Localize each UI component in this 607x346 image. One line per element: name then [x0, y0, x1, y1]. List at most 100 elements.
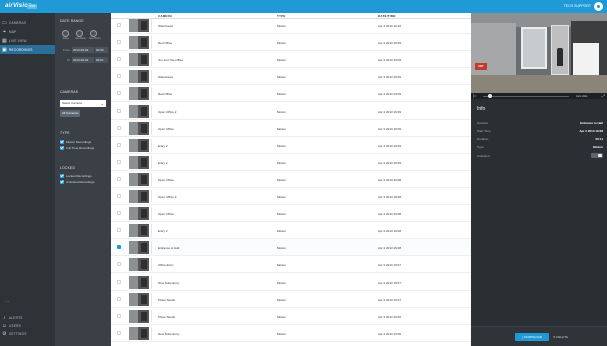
unlocked-recordings-checkbox[interactable]: Unlocked Recordings — [60, 179, 95, 184]
row-checkbox[interactable] — [117, 211, 121, 216]
seek-bar[interactable] — [483, 95, 569, 97]
video-frame-person — [557, 48, 563, 66]
video-player[interactable]: EXIT — [471, 13, 607, 93]
recording-thumbnail[interactable] — [129, 138, 149, 152]
recording-thumbnail[interactable] — [129, 36, 149, 50]
user-avatar-icon[interactable] — [594, 2, 603, 11]
from-time-field[interactable]: 00:00 — [95, 46, 108, 53]
to-date-field[interactable]: 2013-09-02 — [72, 56, 94, 63]
recording-thumbnail[interactable] — [129, 275, 149, 289]
recording-thumbnail[interactable] — [129, 172, 149, 186]
table-row[interactable]: Entry 2 Motion Apr 2 2013 19:09 — [111, 154, 471, 171]
row-checkbox[interactable] — [117, 91, 121, 96]
last-week-button[interactable]: Last Week — [75, 30, 86, 40]
recording-thumbnail[interactable] — [129, 155, 149, 169]
main-nav: ▭ CAMERAS ⌖ MAP ▦ LIVE VIEW ▣ RECORDINGS… — [0, 13, 55, 346]
column-header-camera[interactable]: CAMERA — [158, 14, 172, 18]
row-checkbox[interactable] — [117, 108, 121, 113]
play-icon[interactable]: ▷ — [473, 93, 476, 98]
row-checkbox[interactable] — [117, 176, 121, 181]
today-button[interactable]: Today — [61, 30, 70, 40]
column-header-date-time[interactable]: DATE/TIME — [378, 14, 396, 18]
row-checkbox[interactable] — [117, 23, 121, 27]
recording-thumbnail[interactable] — [129, 258, 149, 272]
auto-hide-toggle[interactable]: Auto Hide — [576, 95, 587, 98]
lock-toggle[interactable] — [591, 153, 603, 158]
row-checkbox[interactable] — [117, 159, 121, 164]
recording-thumbnail[interactable] — [129, 70, 149, 84]
table-row[interactable]: New Suite Entry Motion Apr 2 2013 19:07 — [111, 274, 471, 291]
nav-item-settings[interactable]: ⚙ SETTINGS — [0, 329, 55, 338]
recording-thumbnail[interactable] — [129, 224, 149, 238]
camera-select[interactable]: Select Camera ⌄ — [60, 100, 106, 107]
nav-item-map[interactable]: ⌖ MAP — [0, 27, 55, 36]
all-cameras-tag[interactable]: All Cameras — [60, 110, 81, 117]
last-month-button[interactable]: Last Month — [89, 30, 100, 40]
row-checkbox[interactable] — [117, 228, 121, 233]
row-checkbox[interactable] — [117, 296, 121, 301]
nav-item-live-view[interactable]: ▦ LIVE VIEW — [0, 36, 55, 45]
table-row[interactable]: Red Office Motion Apr 2 2013 19:09 — [111, 34, 471, 52]
table-row[interactable]: Warehouse Motion Apr 2 2013 19:09 — [111, 68, 471, 86]
cell-type: Motion — [277, 160, 287, 165]
recording-thumbnail[interactable] — [129, 241, 149, 255]
table-row[interactable]: Entry 2 Motion Apr 2 2013 19:08 — [111, 222, 471, 240]
recording-thumbnail[interactable] — [129, 104, 149, 118]
locked-recordings-checkbox[interactable]: Locked Recordings — [60, 173, 92, 178]
recording-thumbnail[interactable] — [129, 53, 149, 67]
row-checkbox[interactable] — [117, 245, 121, 250]
row-checkbox[interactable] — [117, 142, 121, 147]
recording-thumbnail[interactable] — [129, 121, 149, 135]
table-row[interactable]: Open Office Motion Apr 2 2013 19:09 — [111, 120, 471, 137]
cell-date-time: Apr 2 2013 19:07 — [378, 263, 402, 268]
user-menu-label[interactable]: TECH SUPPORT — [564, 4, 591, 8]
column-header-type[interactable]: TYPE — [277, 14, 286, 18]
table-row[interactable]: New Suite Entry Motion Apr 2 2013 19:06 — [111, 325, 471, 342]
recording-thumbnail[interactable] — [129, 19, 149, 32]
row-checkbox[interactable] — [117, 125, 121, 130]
nav-item-cameras[interactable]: ▭ CAMERAS — [0, 18, 55, 27]
nav-more-icon[interactable]: ... — [5, 298, 9, 304]
fullscreen-icon[interactable]: ⤢ — [602, 93, 605, 98]
download-button[interactable]: ⤓ DOWNLOAD — [515, 333, 549, 341]
cell-type: Motion — [277, 297, 287, 302]
to-time-field[interactable]: 00:01 — [95, 56, 108, 63]
table-row[interactable]: Open Office Motion Apr 2 2013 19:08 — [111, 205, 471, 223]
row-checkbox[interactable] — [117, 330, 121, 335]
table-row[interactable]: Open Office 2 Motion Apr 2 2013 19:09 — [111, 103, 471, 120]
row-checkbox[interactable] — [117, 262, 121, 267]
row-checkbox[interactable] — [117, 313, 121, 318]
motion-heatmap — [151, 224, 155, 238]
table-row[interactable]: Entrance to Hall Motion Apr 2 2013 19:08 — [111, 239, 471, 257]
delete-button[interactable]: ⊘ DELETE — [553, 333, 568, 341]
recording-thumbnail[interactable] — [129, 309, 149, 323]
row-checkbox[interactable] — [117, 279, 121, 284]
table-row[interactable]: Office Entry Motion Apr 2 2013 19:07 — [111, 256, 471, 274]
table-row[interactable]: Photo Studio Motion Apr 2 2013 19:06 — [111, 308, 471, 325]
table-row[interactable]: Warehouse Motion Apr 2 2013 19:10 — [111, 17, 471, 34]
checkbox-label: Unlocked Recordings — [66, 179, 95, 184]
detail-footer: ⤓ DOWNLOAD ⊘ DELETE — [471, 326, 607, 346]
nav-item-recordings[interactable]: ▣ RECORDINGS — [0, 45, 55, 54]
seek-handle[interactable] — [488, 94, 492, 98]
motion-recordings-checkbox[interactable]: Motion Recordings — [60, 139, 91, 144]
table-row[interactable]: Jun and Yao Office Motion Apr 2 2013 19:09 — [111, 51, 471, 69]
table-row[interactable]: Open Office Motion Apr 2 2013 19:08 — [111, 171, 471, 188]
recording-thumbnail[interactable] — [129, 292, 149, 306]
table-row[interactable]: Photo Studio Motion Apr 2 2013 19:07 — [111, 291, 471, 308]
table-row[interactable]: Red Office Motion Apr 2 2013 19:09 — [111, 85, 471, 103]
table-row[interactable]: Open Office 2 Motion Apr 2 2013 19:08 — [111, 188, 471, 205]
row-checkbox[interactable] — [117, 40, 121, 45]
row-checkbox[interactable] — [117, 194, 121, 198]
video-frame-window — [521, 27, 547, 69]
row-checkbox[interactable] — [117, 57, 121, 62]
from-date-field[interactable]: 2013-09-02 — [72, 46, 94, 53]
full-time-recordings-checkbox[interactable]: Full Time Recordings — [60, 145, 94, 150]
recording-thumbnail[interactable] — [129, 207, 149, 221]
row-checkbox[interactable] — [117, 74, 121, 79]
recording-thumbnail[interactable] — [129, 326, 149, 340]
table-row[interactable]: Entry 2 Motion Apr 2 2013 19:09 — [111, 137, 471, 154]
recording-thumbnail[interactable] — [129, 87, 149, 101]
list-header: CAMERA TYPE DATE/TIME — [111, 13, 471, 19]
recording-thumbnail[interactable] — [129, 190, 149, 203]
